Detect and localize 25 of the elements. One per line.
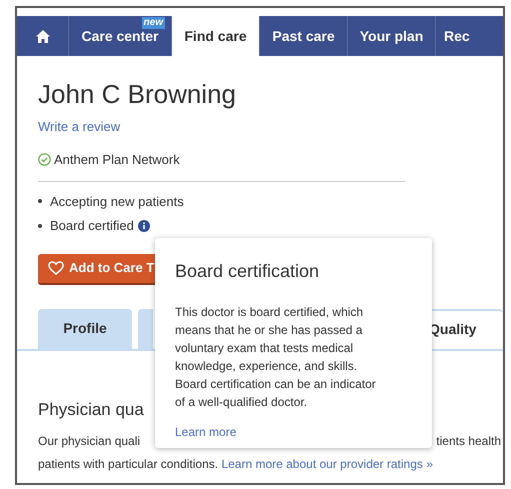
nav-tab[interactable]: Find care bbox=[172, 16, 259, 56]
heart-icon bbox=[48, 261, 64, 275]
description-text: patients with particular conditions. Learn more about our provider ratings » bbox=[38, 456, 434, 473]
nav-tab[interactable]: Your plan bbox=[348, 16, 435, 56]
tooltip-body: This doctor is board certified, which means that he or she has passed a voluntary exam that tests medical knowledge, experience, and skills. Board certification can be an indicator of a well-qualified doctor. bbox=[175, 304, 377, 411]
section-title: Physician qua bbox=[38, 398, 144, 420]
home-icon bbox=[36, 30, 50, 42]
fact-text: Board certified bbox=[50, 217, 134, 235]
write-review-link[interactable]: Write a review bbox=[38, 116, 120, 136]
description-text: Our physician quali bbox=[38, 433, 140, 450]
fact-text: Accepting new patients bbox=[50, 192, 184, 211]
info-icon[interactable] bbox=[138, 220, 150, 232]
provider-ratings-link[interactable]: Learn more about our provider ratings » bbox=[221, 457, 433, 471]
tooltip-title: Board certification bbox=[175, 260, 320, 283]
provider-name: John C Browning bbox=[38, 78, 237, 110]
learn-more-link[interactable]: Learn more bbox=[175, 423, 236, 441]
new-badge: new bbox=[142, 17, 165, 29]
bullet-icon bbox=[38, 224, 42, 228]
home-tab[interactable] bbox=[17, 16, 69, 56]
tab[interactable]: Profile bbox=[38, 308, 132, 348]
nav-tab[interactable]: Past care bbox=[260, 16, 347, 56]
description-text: tients health bbox=[436, 433, 501, 450]
network-label: Anthem Plan Network bbox=[54, 151, 180, 169]
bullet-icon bbox=[38, 199, 42, 204]
nav-tab[interactable]: Rec bbox=[436, 16, 503, 56]
